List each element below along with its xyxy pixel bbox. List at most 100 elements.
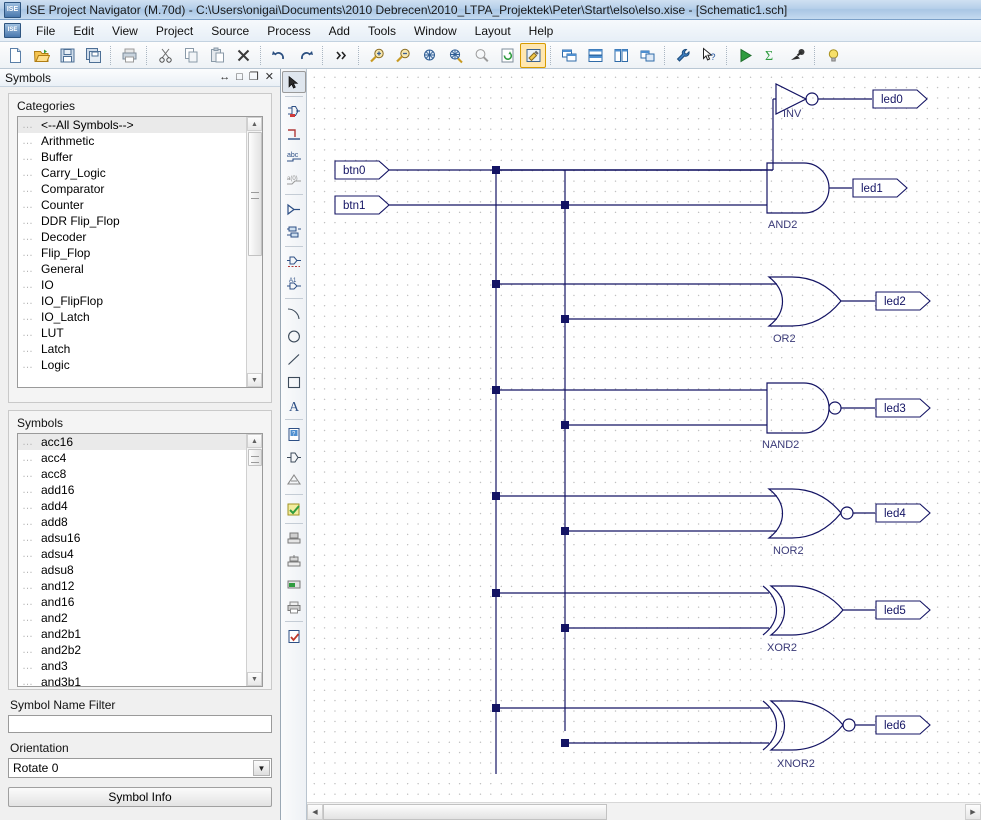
category-item-io[interactable]: … IO <box>18 277 247 293</box>
gate-xor2[interactable]: XOR2 <box>492 585 875 654</box>
canvas-horizontal-scrollbar[interactable]: ◀ ▶ <box>307 802 981 820</box>
tile-horizontally-icon[interactable] <box>582 43 608 68</box>
zoom-fit-icon[interactable] <box>416 43 442 68</box>
add-symbol-pin-icon[interactable] <box>282 250 306 272</box>
output-marker-led2[interactable]: led2 <box>875 291 931 311</box>
scroll-up-icon[interactable]: ▲ <box>247 434 262 448</box>
schematic-editor[interactable]: btn0 btn1 INV led0 AND2 led1 OR2 led2 NA… <box>307 69 981 820</box>
category-item-buffer[interactable]: … Buffer <box>18 149 247 165</box>
add-bus-tap-icon[interactable]: a(0) <box>282 169 306 191</box>
category-item-flip-flop[interactable]: … Flip_Flop <box>18 245 247 261</box>
new-file-icon[interactable] <box>2 43 28 68</box>
category-item-logic[interactable]: … Logic <box>18 357 247 373</box>
float-icon[interactable]: ↔ <box>219 72 230 83</box>
symbol-item-add16[interactable]: … add16 <box>18 482 247 498</box>
lightbulb-icon[interactable] <box>820 43 846 68</box>
import-netlist-icon[interactable] <box>282 550 306 572</box>
maximize-icon[interactable]: □ <box>236 72 243 83</box>
symbol-item-acc8[interactable]: … acc8 <box>18 466 247 482</box>
menu-edit[interactable]: Edit <box>64 22 103 40</box>
add-text-icon[interactable]: A <box>282 394 306 416</box>
gate-or2[interactable]: OR2 <box>492 276 875 345</box>
close-icon[interactable]: ✕ <box>265 72 274 83</box>
add-instance-name-icon[interactable]: A1 <box>282 273 306 295</box>
symbol-item-and3b1[interactable]: … and3b1 <box>18 674 247 686</box>
category-item-arithmetic[interactable]: … Arithmetic <box>18 133 247 149</box>
menu-tools[interactable]: Tools <box>359 22 405 40</box>
create-symbol-icon[interactable] <box>282 446 306 468</box>
symbol-item-adsu16[interactable]: … adsu16 <box>18 530 247 546</box>
category-item-comparator[interactable]: … Comparator <box>18 181 247 197</box>
category-item-ddr-flip-flop[interactable]: … DDR Flip_Flop <box>18 213 247 229</box>
symbol-item-add8[interactable]: … add8 <box>18 514 247 530</box>
symbol-item-adsu4[interactable]: … adsu4 <box>18 546 247 562</box>
cascade-windows-icon[interactable] <box>556 43 582 68</box>
category-item-io-flipflop[interactable]: … IO_FlipFlop <box>18 293 247 309</box>
print-icon[interactable] <box>116 43 142 68</box>
symbol-wizard-icon[interactable]: ? <box>282 423 306 445</box>
scroll-down-icon[interactable]: ▼ <box>247 672 262 686</box>
scroll-right-icon[interactable]: ▶ <box>965 803 981 820</box>
gate-and2[interactable]: AND2 <box>496 162 852 231</box>
symbol-item-adsu8[interactable]: … adsu8 <box>18 562 247 578</box>
canvas-scroll-thumb[interactable] <box>323 803 607 820</box>
output-marker-led6[interactable]: led6 <box>875 715 931 735</box>
open-file-icon[interactable] <box>28 43 54 68</box>
gate-nand2[interactable]: NAND2 <box>492 382 875 451</box>
symbols-listbox[interactable]: … acc16 … acc4 … acc8 … add16 … add4 … add8 … a… <box>17 433 263 687</box>
category-item-carry-logic[interactable]: … Carry_Logic <box>18 165 247 181</box>
gate-inv[interactable]: INV <box>772 83 872 170</box>
system-menu-icon[interactable]: ISE <box>4 23 21 38</box>
paste-icon[interactable] <box>204 43 230 68</box>
gate-xnor2[interactable]: XNOR2 <box>492 700 875 770</box>
menu-layout[interactable]: Layout <box>466 22 520 40</box>
output-marker-led0[interactable]: led0 <box>872 89 928 109</box>
zoom-area-icon[interactable] <box>468 43 494 68</box>
save-icon[interactable] <box>54 43 80 68</box>
menu-add[interactable]: Add <box>320 22 359 40</box>
zoom-selection-icon[interactable] <box>442 43 468 68</box>
output-marker-led4[interactable]: led4 <box>875 503 931 523</box>
menu-file[interactable]: File <box>27 22 64 40</box>
highlight-icon[interactable] <box>520 42 546 68</box>
category-item-counter[interactable]: … Counter <box>18 197 247 213</box>
category-item-latch[interactable]: … Latch <box>18 341 247 357</box>
copy-icon[interactable] <box>178 43 204 68</box>
menu-view[interactable]: View <box>103 22 147 40</box>
input-marker-btn0[interactable]: btn0 <box>334 160 496 180</box>
add-symbol-icon[interactable] <box>282 100 306 122</box>
cut-icon[interactable] <box>152 43 178 68</box>
menu-source[interactable]: Source <box>202 22 258 40</box>
symbol-item-and16[interactable]: … and16 <box>18 594 247 610</box>
scroll-down-icon[interactable]: ▼ <box>247 373 262 387</box>
symbol-info-button[interactable]: Symbol Info <box>8 787 272 807</box>
undo-icon[interactable] <box>266 43 292 68</box>
hierarchy-push-icon[interactable] <box>282 469 306 491</box>
schematic-canvas[interactable]: btn0 btn1 INV led0 AND2 led1 OR2 led2 NA… <box>307 69 981 803</box>
menu-process[interactable]: Process <box>258 22 319 40</box>
menu-window[interactable]: Window <box>405 22 466 40</box>
symbols-scroll-thumb[interactable] <box>248 449 262 466</box>
category-item-all-symbols[interactable]: … <--All Symbols--> <box>18 117 247 133</box>
add-wire-icon[interactable] <box>282 123 306 145</box>
symbol-item-acc16[interactable]: … acc16 <box>18 434 247 450</box>
redo-icon[interactable] <box>292 43 318 68</box>
print-schematic-icon[interactable] <box>282 596 306 618</box>
delete-icon[interactable] <box>230 43 256 68</box>
chevron-double-right-icon[interactable] <box>328 43 354 68</box>
restore-icon[interactable]: ❐ <box>249 72 259 83</box>
symbols-scrollbar[interactable]: ▲ ▼ <box>246 434 262 686</box>
draw-arc-icon[interactable] <box>282 302 306 324</box>
edit-attribute-icon[interactable] <box>282 221 306 243</box>
draw-line-icon[interactable] <box>282 348 306 370</box>
annotate-icon[interactable] <box>282 573 306 595</box>
save-all-icon[interactable] <box>80 43 106 68</box>
category-item-lut[interactable]: … LUT <box>18 325 247 341</box>
export-netlist-icon[interactable] <box>282 527 306 549</box>
symbol-name-filter-input[interactable] <box>8 715 272 733</box>
add-io-marker-icon[interactable] <box>282 198 306 220</box>
category-item-general[interactable]: … General <box>18 261 247 277</box>
run-icon[interactable] <box>732 43 758 68</box>
tile-vertically-icon[interactable] <box>608 43 634 68</box>
chevron-down-icon[interactable]: ▼ <box>253 760 270 776</box>
